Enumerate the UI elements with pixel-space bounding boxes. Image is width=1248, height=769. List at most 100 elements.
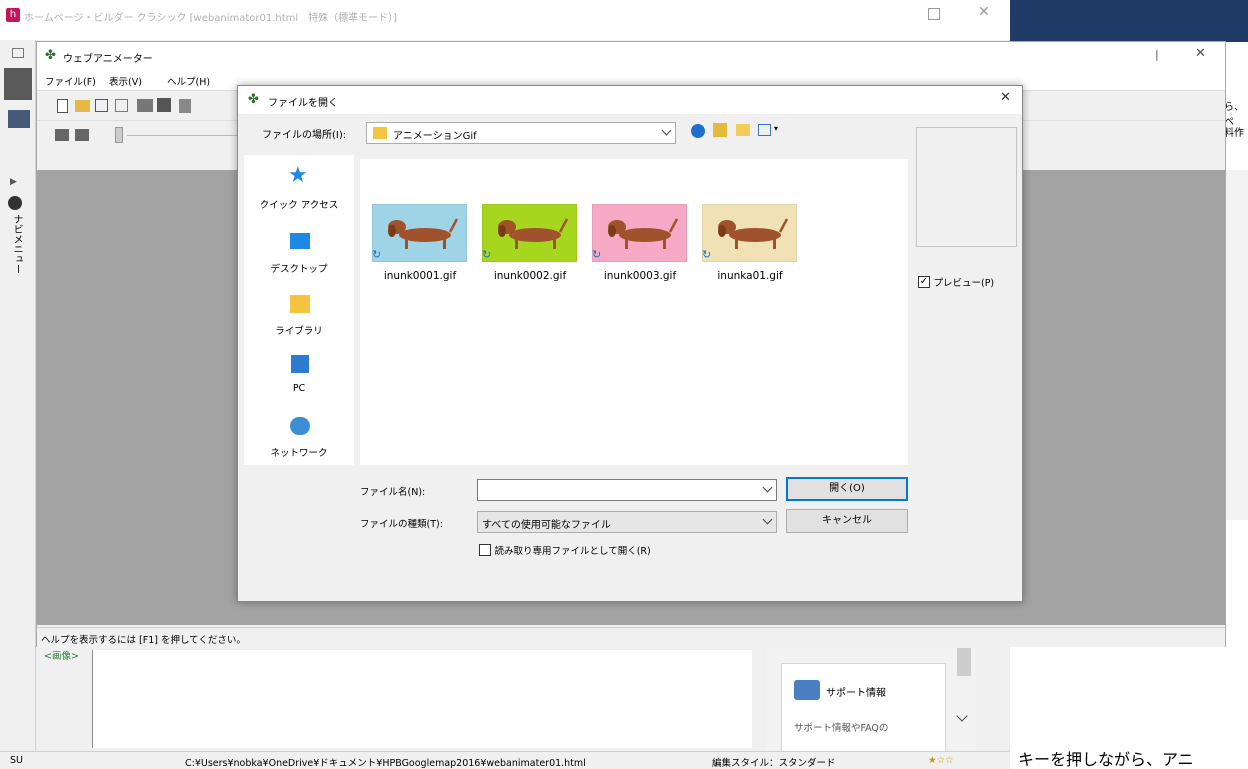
library-icon: [290, 295, 310, 313]
close-icon[interactable]: ✕: [978, 4, 990, 20]
scroll-down-icon[interactable]: [956, 710, 968, 722]
filetype-label: ファイルの種類(T):: [360, 519, 443, 530]
file-thumbnail: [372, 204, 467, 262]
page-editor[interactable]: [92, 650, 752, 748]
dialog-close-icon[interactable]: ✕: [1000, 90, 1011, 105]
edit-icon[interactable]: [8, 110, 30, 128]
file-item[interactable]: ↻ inunk0001.gif: [365, 204, 475, 294]
new-folder-icon[interactable]: [736, 124, 750, 136]
menu-view[interactable]: 表示(V): [109, 74, 142, 88]
filetype-value: すべての使用可能なファイル: [482, 520, 611, 531]
minimize-icon[interactable]: |: [1155, 48, 1159, 61]
support-card[interactable]: サポート情報 サポート情報やFAQの: [781, 663, 946, 753]
place-label: PC: [292, 383, 306, 394]
preview-checkbox[interactable]: ✓: [918, 276, 930, 288]
refresh-overlay-icon: ↻: [482, 248, 492, 261]
open-button[interactable]: 開く(O): [786, 477, 908, 501]
place-library[interactable]: ライブラリ: [244, 295, 354, 350]
save-icon[interactable]: [95, 99, 108, 112]
place-network[interactable]: ネットワーク: [244, 417, 354, 465]
expand-arrow-icon[interactable]: ▶: [10, 177, 17, 187]
up-folder-icon[interactable]: [713, 123, 727, 137]
readonly-label: 読み取り専用ファイルとして開く(R): [494, 546, 651, 557]
readonly-checkbox[interactable]: [479, 544, 491, 556]
insert-icon[interactable]: [137, 99, 153, 112]
file-name: inunk0003.gif: [603, 270, 677, 282]
status-file-path: C:¥Users¥nobka¥OneDrive¥ドキュメント¥HPBGoogle…: [185, 758, 586, 769]
dog-icon: [608, 218, 679, 249]
file-thumbnail: [592, 204, 687, 262]
slider-track: [127, 135, 237, 136]
preview-label: プレビュー(P): [933, 278, 995, 289]
menu-help[interactable]: ヘルプ(H): [167, 74, 210, 88]
pane-icon[interactable]: [4, 68, 32, 100]
play-back-icon[interactable]: [55, 129, 69, 141]
status-mode: SU: [10, 755, 23, 766]
place-quick-access[interactable]: ★ クイック アクセス: [244, 163, 354, 223]
desktop-icon: [290, 233, 310, 249]
animator-app-icon: ✤: [45, 48, 56, 63]
dialog-app-icon: ✤: [248, 92, 259, 107]
animator-titlebar: ✤ ウェブアニメーター | ✕: [37, 42, 1225, 70]
animator-title: ウェブアニメーター: [63, 54, 153, 65]
location-value: アニメーションGif: [393, 131, 477, 142]
star-icon: ★: [288, 163, 308, 188]
view-menu-icon[interactable]: [758, 124, 771, 136]
folder-icon: [373, 127, 387, 139]
app-logo-icon: h: [6, 8, 20, 22]
background-text-fragment: 料作: [1224, 128, 1244, 139]
file-item[interactable]: ↻ inunk0003.gif: [585, 204, 695, 294]
hpb-statusbar: SU C:¥Users¥nobka¥OneDrive¥ドキュメント¥HPBGoo…: [0, 751, 1010, 769]
file-item[interactable]: ↻ inunk0002.gif: [475, 204, 585, 294]
navigation-icon: [8, 196, 22, 210]
chevron-down-icon: [661, 125, 672, 136]
place-label: デスクトップ: [270, 264, 328, 275]
preview-pane: [916, 127, 1017, 247]
new-file-icon[interactable]: [57, 99, 68, 113]
filename-input[interactable]: [477, 479, 777, 501]
status-help-text: ヘルプを表示するには [F1] を押してください。: [41, 635, 246, 646]
menu-file[interactable]: ファイル(F): [45, 74, 96, 88]
open-folder-icon[interactable]: [75, 100, 90, 112]
place-desktop[interactable]: デスクトップ: [244, 233, 354, 288]
status-rating: ★☆☆: [928, 755, 954, 766]
background-text-fragment: キーを押しながら、アニ: [1018, 750, 1194, 769]
cut-icon[interactable]: [179, 99, 191, 113]
animator-statusbar: ヘルプを表示するには [F1] を押してください。: [37, 627, 1225, 647]
dog-icon: [498, 218, 569, 249]
navi-menu-tab[interactable]: ナビメニュー: [9, 214, 24, 274]
copy-icon[interactable]: [115, 99, 128, 112]
file-item[interactable]: ↻ inunka01.gif: [695, 204, 805, 294]
main-window-title: ホームページ・ビルダー クラシック [webanimator01.html 特殊…: [24, 13, 398, 24]
file-thumbnail: [482, 204, 577, 262]
view-dropdown-icon[interactable]: ▾: [774, 124, 778, 133]
main-titlebar: h ホームページ・ビルダー クラシック [webanimator01.html …: [0, 0, 1010, 40]
dialog-title: ファイルを開く: [268, 98, 338, 109]
location-combo[interactable]: アニメーションGif: [366, 122, 676, 144]
support-title: サポート情報: [826, 688, 886, 699]
place-label: ライブラリ: [275, 326, 323, 337]
stamp-icon[interactable]: [157, 98, 171, 112]
timeline-slider[interactable]: [115, 127, 123, 143]
file-list: ↻ inunk0001.gif ↻ inunk0002.gif ↻ inunk0…: [360, 159, 908, 465]
cancel-button[interactable]: キャンセル: [786, 509, 908, 533]
editor-tag: <画像>: [44, 651, 79, 662]
scrollbar-thumb[interactable]: [957, 648, 971, 676]
close-icon[interactable]: ✕: [1195, 46, 1206, 61]
left-rail: ▶ ナビメニュー: [0, 40, 36, 769]
file-name: inunka01.gif: [717, 270, 783, 282]
place-pc[interactable]: PC: [244, 355, 354, 410]
chevron-down-icon[interactable]: [762, 482, 773, 493]
maximize-icon[interactable]: [928, 8, 940, 20]
filetype-select[interactable]: すべての使用可能なファイル: [477, 511, 777, 533]
support-icon: [794, 680, 820, 700]
back-icon[interactable]: [691, 124, 705, 138]
preview-checkbox-row[interactable]: ✓ プレビュー(P): [918, 275, 994, 289]
play-forward-icon[interactable]: [75, 129, 89, 141]
panel-icon[interactable]: [12, 48, 24, 58]
support-description: サポート情報やFAQの: [794, 723, 889, 734]
refresh-overlay-icon: ↻: [592, 248, 602, 261]
chevron-down-icon: [762, 514, 773, 525]
readonly-checkbox-row[interactable]: 読み取り専用ファイルとして開く(R): [479, 543, 651, 557]
file-name: inunk0002.gif: [493, 270, 567, 282]
